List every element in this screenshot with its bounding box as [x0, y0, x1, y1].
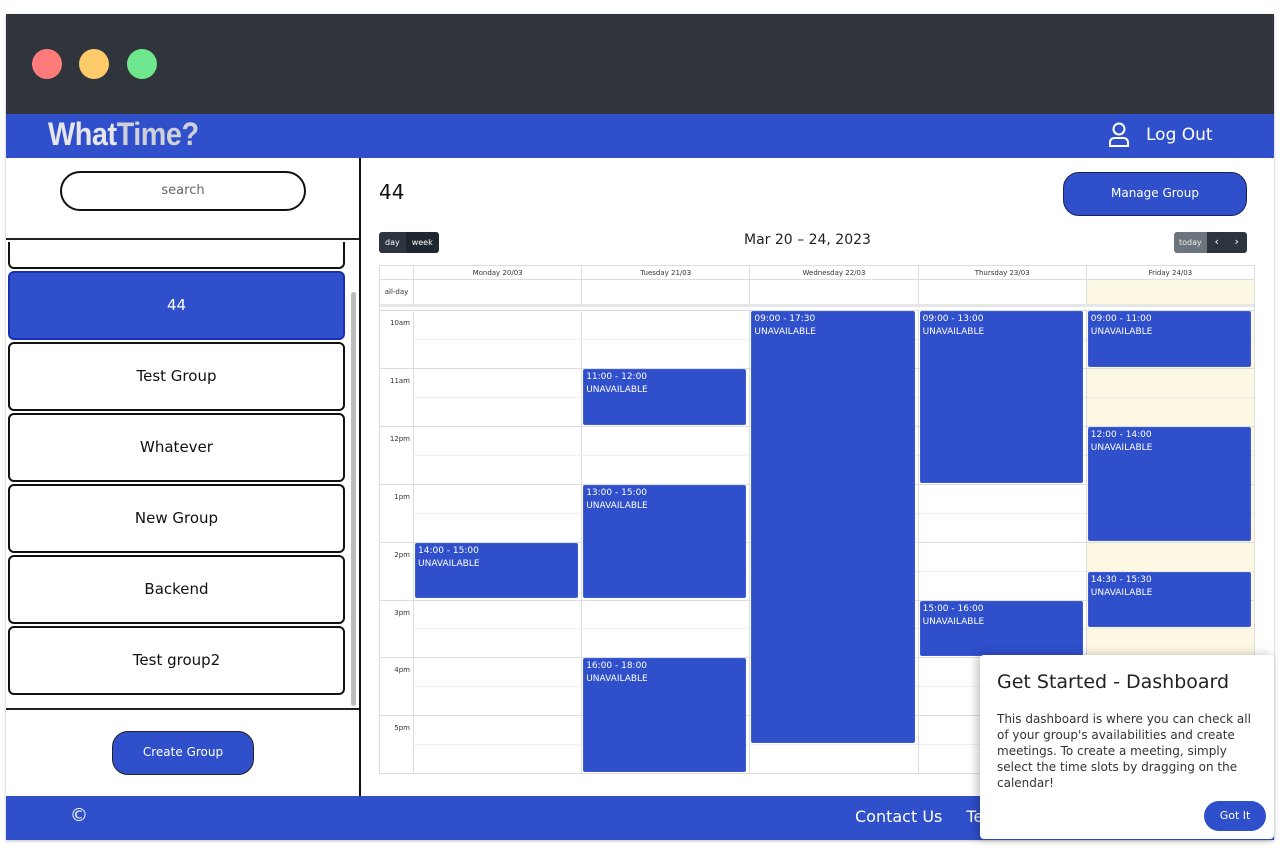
day-header: Monday 20/03 — [413, 266, 581, 280]
page-title: 44 — [379, 180, 405, 204]
brand-part-1: What — [48, 116, 117, 152]
window-minimize-button[interactable] — [79, 49, 109, 79]
event-time: 11:00 - 12:00 — [586, 371, 648, 382]
event-time: 12:00 - 14:00 — [1090, 429, 1152, 440]
copyright-icon: © — [70, 805, 88, 826]
logout-button[interactable]: Log Out — [1108, 122, 1213, 148]
sidebar-footer: Create Group — [6, 708, 359, 796]
hour-label: 11am — [389, 376, 410, 385]
view-day-button[interactable]: day — [379, 232, 406, 253]
event-time: 13:00 - 15:00 — [586, 487, 648, 498]
all-day-label: all-day — [384, 288, 409, 296]
day-header: Friday 24/03 — [1085, 266, 1254, 280]
today-button[interactable]: today — [1174, 232, 1207, 253]
event-title: UNAVAILABLE — [1090, 442, 1153, 453]
event-title: UNAVAILABLE — [922, 616, 985, 627]
calendar-event[interactable]: 09:00 - 17:30 UNAVAILABLE — [751, 311, 915, 744]
group-item[interactable]: New Group — [8, 484, 345, 553]
all-day-cell[interactable] — [1085, 280, 1254, 304]
calendar-event[interactable]: 09:00 - 11:00 UNAVAILABLE — [1087, 311, 1251, 367]
popup-title: Get Started - Dashboard — [997, 671, 1230, 693]
top-navbar: WhatTime? Log Out — [6, 114, 1274, 158]
chevron-left-icon[interactable]: ‹ — [1206, 232, 1227, 253]
column-divider — [413, 310, 414, 774]
view-week-button[interactable]: week — [405, 232, 439, 253]
groups-sidebar: search Test group2 Backend New Group Whatev… — [6, 158, 361, 796]
group-item[interactable]: 44 — [8, 271, 345, 340]
group-item[interactable]: Test Group — [8, 342, 345, 411]
group-item[interactable]: Whatever — [8, 413, 345, 482]
event-time: 14:00 - 15:00 — [418, 545, 479, 556]
window-close-button[interactable] — [32, 49, 62, 79]
event-title: UNAVAILABLE — [754, 327, 816, 337]
scrollbar-thumb[interactable] — [351, 292, 356, 706]
event-title: UNAVAILABLE — [1090, 327, 1153, 337]
calendar-event[interactable]: 13:00 - 15:00 UNAVAILABLE — [583, 484, 747, 599]
all-day-cell[interactable] — [581, 280, 749, 304]
column-divider — [581, 310, 583, 774]
search-area: search — [6, 158, 359, 240]
chevron-right-icon[interactable]: › — [1226, 232, 1247, 253]
group-item[interactable]: 33 ff — [8, 242, 345, 269]
hour-label: 3pm — [394, 608, 410, 617]
hour-label: 2pm — [394, 550, 410, 559]
hour-label: 1pm — [394, 492, 410, 501]
create-group-button[interactable]: Create Group — [112, 731, 254, 775]
event-time: 09:00 - 11:00 — [1090, 314, 1152, 324]
event-title: UNAVAILABLE — [586, 500, 648, 511]
column-divider — [749, 310, 751, 774]
calendar-event[interactable]: 15:00 - 16:00 UNAVAILABLE — [919, 600, 1083, 657]
got-it-button[interactable]: Got It — [1204, 801, 1266, 831]
all-day-row: all-day — [380, 280, 1254, 307]
get-started-popup: Get Started - Dashboard This dashboard i… — [980, 655, 1274, 839]
user-icon — [1109, 122, 1129, 147]
calendar-event[interactable]: 16:00 - 18:00 UNAVAILABLE — [583, 658, 747, 773]
hour-label: 5pm — [394, 724, 410, 733]
manage-group-button[interactable]: Manage Group — [1063, 172, 1247, 216]
event-title: UNAVAILABLE — [922, 327, 985, 337]
brand-logo[interactable]: WhatTime? — [48, 116, 199, 153]
calendar-event[interactable]: 14:30 - 15:30 UNAVAILABLE — [1087, 571, 1251, 628]
calendar-navigation: today ‹ › — [1174, 232, 1247, 253]
calendar-event[interactable]: 12:00 - 14:00 UNAVAILABLE — [1087, 426, 1251, 541]
contact-us-link[interactable]: Contact Us — [855, 807, 942, 826]
search-input[interactable]: search — [60, 171, 306, 211]
all-day-cell[interactable] — [413, 280, 581, 304]
event-title: UNAVAILABLE — [1090, 587, 1153, 598]
calendar-event[interactable]: 09:00 - 13:00 UNAVAILABLE — [919, 311, 1083, 483]
event-time: 09:00 - 13:00 — [922, 314, 984, 324]
group-item[interactable]: Backend — [8, 555, 345, 624]
event-time: 16:00 - 18:00 — [586, 661, 648, 672]
day-header: Tuesday 21/03 — [581, 266, 749, 280]
hour-label: 4pm — [394, 666, 410, 675]
column-divider — [917, 310, 919, 774]
day-header: Thursday 23/03 — [917, 266, 1086, 280]
event-title: UNAVAILABLE — [586, 674, 648, 685]
event-title: UNAVAILABLE — [586, 384, 648, 395]
event-time: 15:00 - 16:00 — [922, 603, 984, 614]
all-day-cell[interactable] — [917, 280, 1086, 304]
window-maximize-button[interactable] — [127, 49, 157, 79]
day-header: Wednesday 22/03 — [749, 266, 917, 280]
calendar-event[interactable]: 11:00 - 12:00 UNAVAILABLE — [583, 368, 747, 425]
calendar-event[interactable]: 14:00 - 15:00 UNAVAILABLE — [415, 542, 579, 599]
popup-body: This dashboard is where you can check al… — [997, 712, 1251, 790]
view-toggle: day week — [379, 232, 439, 253]
event-time: 09:00 - 17:30 — [754, 314, 816, 324]
brand-part-2: Time? — [116, 116, 199, 152]
group-list[interactable]: Test group2 Backend New Group Whatever Test … — [6, 242, 359, 708]
group-item[interactable]: Test group2 — [8, 626, 345, 695]
event-time: 14:30 - 15:30 — [1090, 574, 1152, 585]
hour-label: 10am — [389, 319, 410, 327]
logout-label: Log Out — [1146, 125, 1213, 145]
hour-label: 12pm — [389, 434, 410, 443]
calendar-date-range: Mar 20 – 24, 2023 — [744, 232, 871, 248]
event-title: UNAVAILABLE — [418, 558, 480, 569]
window-titlebar — [6, 14, 1274, 114]
all-day-cell[interactable] — [749, 280, 917, 304]
calendar-day-headers: Monday 20/03 Tuesday 21/03 Wednesday 22/03… — [380, 266, 1254, 280]
